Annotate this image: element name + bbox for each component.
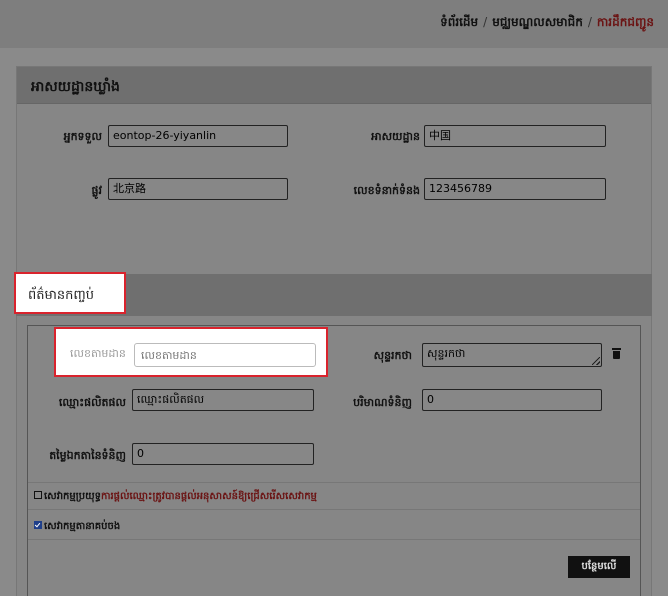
breadcrumb-separator: / — [587, 15, 592, 29]
address-field[interactable]: 中国 — [424, 125, 606, 147]
phone-label: លេខទំនាក់ទំនង — [353, 184, 420, 197]
row-divider — [28, 482, 640, 483]
recipient-field[interactable]: eontop-26-yiyanlin — [108, 125, 288, 147]
recipient-label: អ្នកទទួល — [63, 130, 102, 143]
package-info-tab[interactable]: ព័ត៌មានកញ្ចប់ — [14, 272, 126, 314]
resize-grip-icon[interactable] — [592, 357, 600, 365]
service-checkbox[interactable] — [34, 521, 42, 529]
inspection-checkbox[interactable] — [34, 491, 42, 499]
address-label: អាសយដ្ឋាន — [371, 130, 420, 143]
breadcrumb: ទំព័រដើម / មជ្ឈមណ្ឌលសមាជិក / ការដឹកជញ្ជូន — [440, 14, 654, 32]
tracking-number-label: លេខតាមដាន — [70, 347, 126, 360]
product-name-field[interactable]: ឈ្មោះផលិតផល — [132, 389, 314, 411]
top-bar: ទំព័រដើម / មជ្ឈមណ្ឌលសមាជិក / ការដឹកជញ្ជូន — [0, 0, 668, 48]
note-textarea[interactable]: សុន្ទរកថា — [422, 343, 602, 367]
row-divider — [28, 539, 640, 540]
tracking-number-group: លេខតាមដាន — [54, 327, 328, 377]
breadcrumb-separator: / — [483, 15, 488, 29]
street-label: ផ្លូវ — [91, 184, 102, 197]
inspection-checkbox-label: សេវាកម្មប្រយុទ្ធការផ្តល់ឈ្មោះត្រូវបានផ្ត… — [44, 491, 317, 502]
unit-price-field[interactable]: 0 — [132, 443, 314, 465]
warehouse-panel-header: អាសយដ្ឋានឃ្លាំង — [17, 67, 651, 104]
service-checkbox-label: សេវាកម្មតានាគប់ចង — [44, 521, 121, 532]
breadcrumb-current: ការដឹកជញ្ជូន — [596, 15, 654, 29]
warehouse-panel-title: អាសយដ្ឋានឃ្លាំង — [31, 79, 120, 95]
street-field[interactable]: 北京路 — [108, 178, 288, 200]
quantity-label: បរិមាណទំនិញ — [353, 396, 412, 409]
package-info-tab-label: ព័ត៌មានកញ្ចប់ — [28, 288, 95, 303]
note-text: សុន្ទរកថា — [427, 347, 466, 360]
add-button[interactable]: បន្ថែមលើ — [568, 556, 630, 578]
unit-price-label: តម្លៃឯកតានៃទំនិញ — [49, 449, 126, 462]
product-name-label: ឈ្មោះផលិតផល — [58, 396, 126, 409]
tracking-number-input[interactable] — [134, 343, 316, 367]
phone-field[interactable]: 123456789 — [424, 178, 606, 200]
note-label: សុន្ទរកថា — [373, 349, 412, 362]
breadcrumb-member-center[interactable]: មជ្ឈមណ្ឌលសមាជិក — [492, 15, 583, 29]
breadcrumb-home[interactable]: ទំព័រដើម — [440, 15, 478, 29]
quantity-field[interactable]: 0 — [422, 389, 602, 411]
row-divider — [28, 509, 640, 510]
trash-icon[interactable] — [612, 348, 621, 359]
